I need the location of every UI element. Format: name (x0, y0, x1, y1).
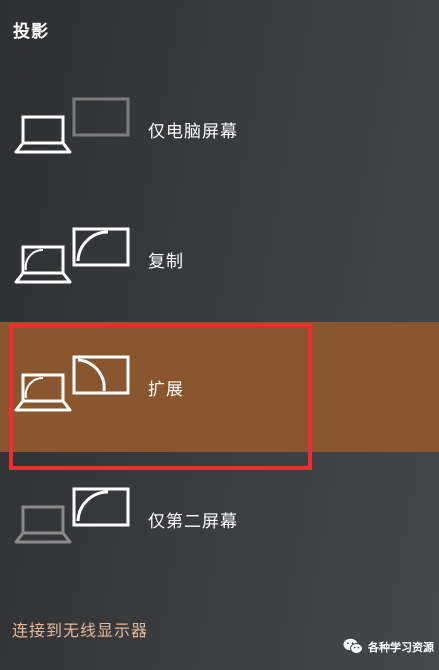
watermark-text: 各种学习资源 (368, 640, 434, 654)
option-label: 仅电脑屏幕 (148, 122, 238, 142)
wechat-icon (343, 638, 363, 654)
duplicate-icon (14, 227, 130, 284)
option-pc-screen-only[interactable]: 仅电脑屏幕 (0, 64, 439, 194)
second-screen-only-icon (14, 487, 130, 544)
pc-screen-only-icon (14, 97, 130, 154)
option-label: 扩展 (148, 380, 184, 400)
watermark: 各种学习资源 (343, 638, 434, 655)
extend-icon (14, 355, 130, 412)
panel-title: 投影 (13, 22, 49, 42)
option-duplicate[interactable]: 复制 (0, 194, 439, 324)
option-label: 复制 (148, 252, 184, 272)
option-extend[interactable]: 扩展 (0, 322, 439, 452)
option-second-screen-only[interactable]: 仅第二屏幕 (0, 454, 439, 584)
connect-wireless-display-link[interactable]: 连接到无线显示器 (12, 617, 148, 641)
option-label: 仅第二屏幕 (148, 512, 238, 532)
